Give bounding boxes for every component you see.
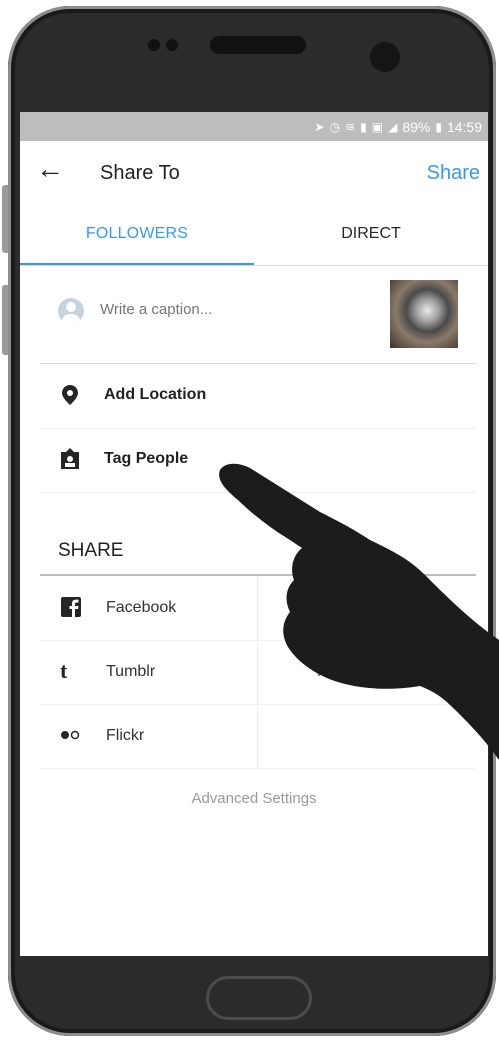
home-button[interactable] [206, 976, 312, 1020]
gallery-icon: ▣ [371, 119, 384, 134]
share-service-hidden[interactable] [258, 576, 475, 641]
top-bar: ← Share To Share [20, 141, 488, 205]
share-tumblr[interactable]: t Tumblr [40, 640, 257, 705]
share-section-header: SHARE [58, 540, 124, 561]
clock: 14:59 [446, 118, 482, 135]
phone-device: ➤ ◷ ≋ ▮ ▣ ◢ 89% ▮ 14:59 ← Share To Share… [0, 0, 499, 1040]
front-camera [370, 42, 400, 72]
share-flickr[interactable]: Flickr [40, 704, 257, 769]
add-location-label: Add Location [104, 386, 207, 403]
advanced-settings-link[interactable]: Advanced Settings [20, 790, 488, 807]
avatar [58, 298, 84, 324]
share-services-grid: Facebook t Tumblr warm Flickr [40, 574, 476, 769]
tag-people-label: Tag People [104, 450, 189, 467]
add-location-row[interactable]: Add Location [40, 364, 476, 429]
share-service-empty[interactable] [258, 704, 475, 769]
sensor-dot [166, 39, 178, 51]
battery-percent: 89% [402, 118, 431, 135]
tab-direct[interactable]: DIRECT [254, 205, 488, 265]
signal-icon: ◢ [388, 119, 398, 134]
page-title: Share To [100, 162, 180, 184]
post-thumbnail [390, 280, 458, 348]
speaker-grille [210, 36, 306, 54]
location-pin-icon [62, 385, 78, 405]
caption-input[interactable] [100, 301, 350, 318]
tumblr-icon: t [60, 658, 68, 683]
tab-bar: FOLLOWERS DIRECT [20, 205, 488, 266]
alarm-icon: ◷ [329, 119, 341, 134]
tab-followers[interactable]: FOLLOWERS [20, 205, 254, 265]
sensor-dot [148, 39, 160, 51]
share-facebook[interactable]: Facebook [40, 576, 257, 641]
flickr-label: Flickr [106, 727, 145, 744]
location-icon: ➤ [314, 119, 325, 134]
tag-person-icon [61, 448, 79, 469]
wifi-icon: ≋ [345, 119, 356, 134]
screen: ➤ ◷ ≋ ▮ ▣ ◢ 89% ▮ 14:59 ← Share To Share… [20, 112, 488, 956]
arrow-left-icon[interactable]: ← [36, 155, 64, 183]
share-button[interactable]: Share [427, 162, 480, 185]
facebook-icon [61, 597, 81, 617]
tag-people-row[interactable]: Tag People [40, 428, 476, 493]
status-bar: ➤ ◷ ≋ ▮ ▣ ◢ 89% ▮ 14:59 [20, 112, 488, 141]
caption-row [40, 268, 476, 364]
facebook-label: Facebook [106, 599, 177, 616]
flickr-icon [61, 730, 80, 740]
tumblr-label: Tumblr [106, 663, 156, 680]
share-swarm[interactable]: warm [258, 640, 475, 705]
data-icon: ▮ [360, 119, 367, 134]
battery-icon: ▮ [435, 119, 442, 134]
swarm-label: warm [316, 663, 356, 680]
